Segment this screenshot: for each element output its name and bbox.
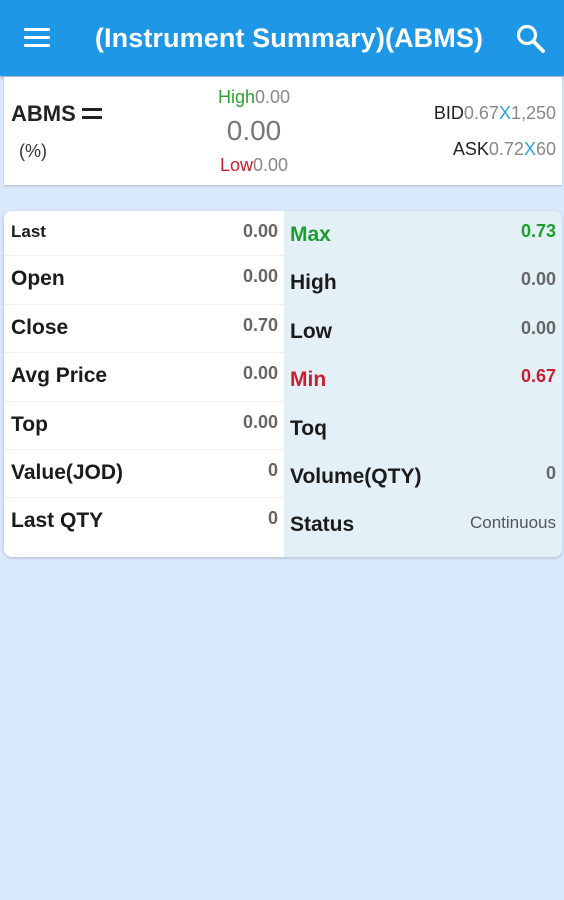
detail-value: 0.73 — [520, 221, 556, 241]
instrument-summary-card: ABMS (%) High0.00 0.00 Low0.00 BID0.67X1… — [4, 77, 562, 185]
low-label: Low — [219, 155, 253, 175]
ask-quote: ASK0.72X60 — [453, 139, 556, 160]
detail-label: Last QTY — [11, 509, 104, 532]
detail-row-top: Top 0.00 — [4, 401, 284, 450]
ask-qty: 60 — [535, 139, 556, 159]
day-low: Low0.00 — [184, 155, 324, 176]
detail-row-low: Low 0.00 — [284, 308, 562, 356]
change-value: 0.00 — [226, 115, 282, 146]
detail-row-min: Min 0.67 — [284, 356, 562, 404]
detail-row-last-qty: Last QTY 0 — [4, 497, 284, 546]
detail-value: 0.00 — [242, 412, 278, 432]
equals-menu-icon[interactable] — [82, 106, 102, 122]
detail-row-max: Max 0.73 — [284, 211, 562, 259]
ask-price: 0.72 — [488, 139, 524, 159]
detail-value: 0 — [267, 460, 278, 480]
detail-row-volume-qty: Volume(QTY) 0 — [284, 453, 562, 501]
status-value: Continuous — [469, 513, 556, 532]
detail-row-value-jod: Value(JOD) 0 — [4, 449, 284, 498]
bid-label: BID — [433, 103, 464, 123]
detail-label: High — [290, 271, 337, 294]
detail-label: Low — [290, 320, 332, 343]
detail-value: 0 — [267, 508, 278, 528]
high-value: 0.00 — [254, 87, 291, 107]
detail-value: 0.67 — [520, 366, 556, 386]
details-left-column: Last 0.00 Open 0.00 Close 0.70 Avg Price… — [4, 211, 284, 557]
detail-label: Top — [11, 413, 48, 436]
percent-change: (%) — [19, 141, 47, 161]
bid-separator: X — [498, 103, 511, 123]
menu-icon[interactable] — [22, 24, 54, 52]
detail-value: 0.00 — [242, 363, 278, 383]
ask-separator: X — [523, 139, 536, 159]
bid-qty: 1,250 — [510, 103, 556, 123]
ask-label: ASK — [452, 139, 489, 159]
instrument-symbol: ABMS — [11, 101, 76, 126]
detail-row-toq: Toq — [284, 405, 562, 453]
detail-label: Close — [11, 316, 69, 339]
instrument-details-card: Last 0.00 Open 0.00 Close 0.70 Avg Price… — [4, 211, 562, 557]
detail-row-last: Last 0.00 — [4, 211, 284, 259]
detail-row-avg-price: Avg Price 0.00 — [4, 352, 284, 401]
detail-label: Avg Price — [11, 364, 108, 387]
detail-label: Status — [290, 513, 355, 536]
detail-value: 0.70 — [242, 315, 278, 335]
detail-row-close: Close 0.70 — [4, 304, 284, 353]
bid-quote: BID0.67X1,250 — [434, 103, 556, 124]
day-high: High0.00 — [184, 87, 324, 108]
detail-label: Min — [290, 368, 327, 391]
detail-label: Last — [11, 222, 46, 241]
detail-label: Max — [290, 223, 331, 246]
detail-value: 0.00 — [242, 266, 278, 286]
detail-value: 0 — [545, 463, 556, 483]
detail-value: 0.00 — [242, 221, 278, 241]
detail-label: Open — [11, 267, 65, 290]
detail-value: 0.00 — [520, 318, 556, 338]
high-label: High — [217, 87, 255, 107]
detail-row-high: High 0.00 — [284, 259, 562, 307]
search-icon[interactable] — [514, 22, 548, 56]
detail-value: 0.00 — [520, 269, 556, 289]
app-bar: (Instrument Summary)(ABMS) — [0, 0, 564, 76]
detail-row-status: Status Continuous — [284, 501, 562, 549]
page-title: (Instrument Summary)(ABMS) — [94, 23, 484, 53]
detail-label: Toq — [290, 417, 327, 440]
details-right-column: Max 0.73 High 0.00 Low 0.00 Min 0.67 Toq… — [284, 211, 562, 557]
low-value: 0.00 — [252, 155, 289, 175]
detail-label: Volume(QTY) — [290, 465, 422, 488]
detail-label: Value(JOD) — [11, 461, 124, 484]
bid-price: 0.67 — [463, 103, 499, 123]
detail-row-open: Open 0.00 — [4, 255, 284, 304]
